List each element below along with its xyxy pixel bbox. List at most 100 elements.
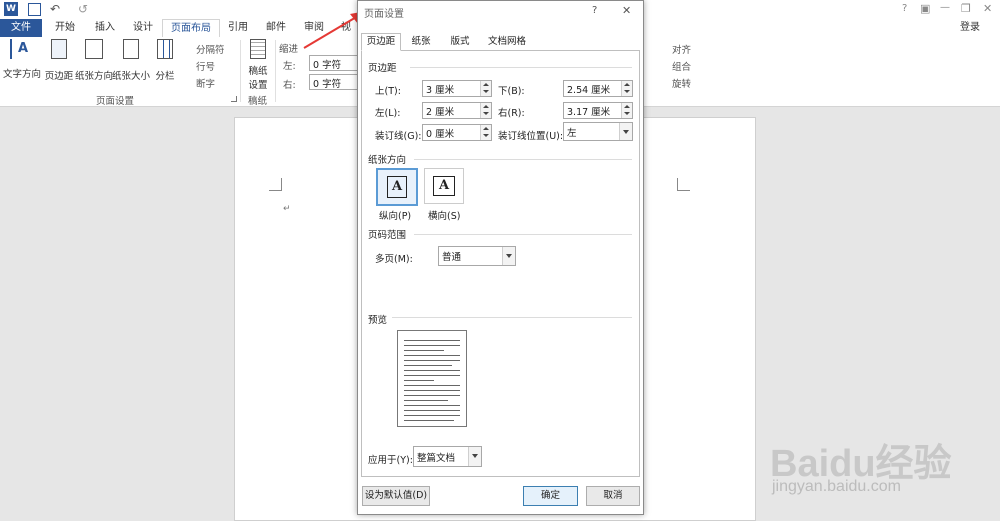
save-icon[interactable] xyxy=(28,3,41,16)
spinner-arrows[interactable] xyxy=(480,81,491,96)
indent-right-value: 0 字符 xyxy=(313,79,342,90)
top-margin-value: 3 厘米 xyxy=(426,85,455,96)
columns-button[interactable]: 分栏 xyxy=(152,39,178,83)
preview-text-line xyxy=(404,415,460,416)
multiple-pages-value: 普通 xyxy=(442,252,462,263)
preview-text-line xyxy=(404,345,460,346)
text-direction-button[interactable]: A 文字方向 xyxy=(2,39,42,83)
gutter-input[interactable]: 0 厘米 xyxy=(422,124,492,141)
tab-mailings[interactable]: 邮件 xyxy=(258,19,294,37)
bottom-margin-label: 下(B): xyxy=(498,86,525,97)
bottom-margin-value: 2.54 厘米 xyxy=(567,85,611,96)
tab-margins[interactable]: 页边距 xyxy=(361,33,401,51)
tab-home[interactable]: 开始 xyxy=(46,19,84,37)
undo-icon[interactable]: ↶ xyxy=(50,2,64,16)
breaks-button[interactable]: 分隔符 xyxy=(196,42,225,56)
multiple-pages-select[interactable]: 普通 xyxy=(438,246,516,266)
preview-text-line xyxy=(404,375,460,376)
word-icon: W xyxy=(4,2,18,16)
tab-design[interactable]: 设计 xyxy=(124,19,162,37)
dialog-close-icon[interactable]: ✕ xyxy=(622,4,631,17)
preview-text-line xyxy=(404,405,460,406)
portrait-icon: A xyxy=(387,176,407,198)
size-icon xyxy=(123,39,139,59)
indent-right-field[interactable]: 0 字符 xyxy=(309,74,359,90)
tab-file[interactable]: 文件 xyxy=(0,19,42,37)
align-button[interactable]: 对齐 xyxy=(672,42,691,56)
tab-references[interactable]: 引用 xyxy=(220,19,256,37)
chevron-down-icon[interactable] xyxy=(502,247,515,265)
login-link[interactable]: 登录 xyxy=(956,19,984,37)
orientation-label: 纸张方向 xyxy=(75,71,114,82)
left-margin-label: 左(L): xyxy=(375,108,401,119)
spinner-arrows[interactable] xyxy=(621,81,632,96)
cancel-button[interactable]: 取消 xyxy=(586,486,640,506)
gutter-position-select[interactable]: 左 xyxy=(563,122,633,141)
tab-paper[interactable]: 纸张 xyxy=(403,33,439,51)
page-setup-launcher-icon[interactable] xyxy=(231,96,237,102)
orientation-button[interactable]: 纸张方向 xyxy=(75,39,113,83)
top-margin-input[interactable]: 3 厘米 xyxy=(422,80,492,97)
landscape-button[interactable]: A xyxy=(424,168,464,204)
preview-text-line xyxy=(404,355,460,356)
apply-to-value: 整篇文档 xyxy=(417,453,456,464)
minimize-icon[interactable]: — xyxy=(940,2,950,13)
gutter-label: 装订线(G): xyxy=(375,131,422,142)
indent-left-value: 0 字符 xyxy=(313,60,342,71)
help-icon[interactable]: ? xyxy=(902,3,907,14)
multiple-pages-label: 多页(M): xyxy=(375,254,413,265)
margins-button[interactable]: 页边距 xyxy=(42,39,76,83)
restore-icon[interactable]: ❐ xyxy=(961,2,971,15)
ok-button[interactable]: 确定 xyxy=(523,486,578,506)
portrait-button[interactable]: A xyxy=(376,168,418,206)
ribbon-display-icon[interactable]: ▣ xyxy=(920,2,930,15)
margins-group-label: 页边距 xyxy=(368,63,397,74)
left-margin-value: 2 厘米 xyxy=(426,107,455,118)
margin-corner xyxy=(677,178,690,191)
set-default-button[interactable]: 设为默认值(D) xyxy=(362,486,430,506)
chevron-down-icon[interactable] xyxy=(468,447,481,466)
bottom-margin-input[interactable]: 2.54 厘米 xyxy=(563,80,633,97)
line-numbers-button[interactable]: 行号 xyxy=(196,59,215,73)
hyphenation-button[interactable]: 断字 xyxy=(196,76,215,90)
orientation-icon xyxy=(85,39,103,59)
columns-label: 分栏 xyxy=(155,71,175,82)
tab-layout[interactable]: 版式 xyxy=(442,33,478,51)
top-margin-label: 上(T): xyxy=(375,86,401,97)
preview-text-line xyxy=(404,350,444,351)
chevron-down-icon[interactable] xyxy=(619,123,632,140)
group-button[interactable]: 组合 xyxy=(672,59,691,73)
apply-to-select[interactable]: 整篇文档 xyxy=(413,446,482,467)
columns-icon xyxy=(157,39,173,59)
group-divider xyxy=(414,234,632,235)
tab-doc-grid[interactable]: 文档网格 xyxy=(481,33,533,51)
gutter-position-value: 左 xyxy=(567,128,577,139)
preview-text-line xyxy=(404,370,460,371)
spinner-arrows[interactable] xyxy=(621,103,632,118)
ribbon-divider xyxy=(240,40,241,102)
portrait-label: 纵向(P) xyxy=(379,211,412,222)
group-divider xyxy=(392,317,632,318)
preview-text-line xyxy=(404,395,460,396)
preview-text-line xyxy=(404,390,460,391)
group-divider xyxy=(414,159,632,160)
redo-icon[interactable]: ↺ xyxy=(78,2,92,16)
spinner-arrows[interactable] xyxy=(480,125,491,140)
spinner-arrows[interactable] xyxy=(480,103,491,118)
close-icon[interactable]: ✕ xyxy=(983,2,992,15)
indent-left-field[interactable]: 0 字符 xyxy=(309,55,359,71)
right-margin-value: 3.17 厘米 xyxy=(567,107,611,118)
tab-page-layout[interactable]: 页面布局 xyxy=(162,19,220,39)
tab-insert[interactable]: 插入 xyxy=(86,19,124,37)
watermark-url: jingyan.baidu.com xyxy=(772,478,901,495)
margins-icon xyxy=(51,39,67,59)
margins-label: 页边距 xyxy=(44,71,74,82)
manuscript-button[interactable]: 稿纸 设置 xyxy=(244,39,272,91)
preview-text-line xyxy=(404,420,454,421)
left-margin-input[interactable]: 2 厘米 xyxy=(422,102,492,119)
right-margin-input[interactable]: 3.17 厘米 xyxy=(563,102,633,119)
rotate-button[interactable]: 旋转 xyxy=(672,76,691,90)
manuscript-label-2: 设置 xyxy=(248,80,268,91)
dialog-help-icon[interactable]: ? xyxy=(592,5,597,16)
size-button[interactable]: 纸张大小 xyxy=(112,39,150,83)
